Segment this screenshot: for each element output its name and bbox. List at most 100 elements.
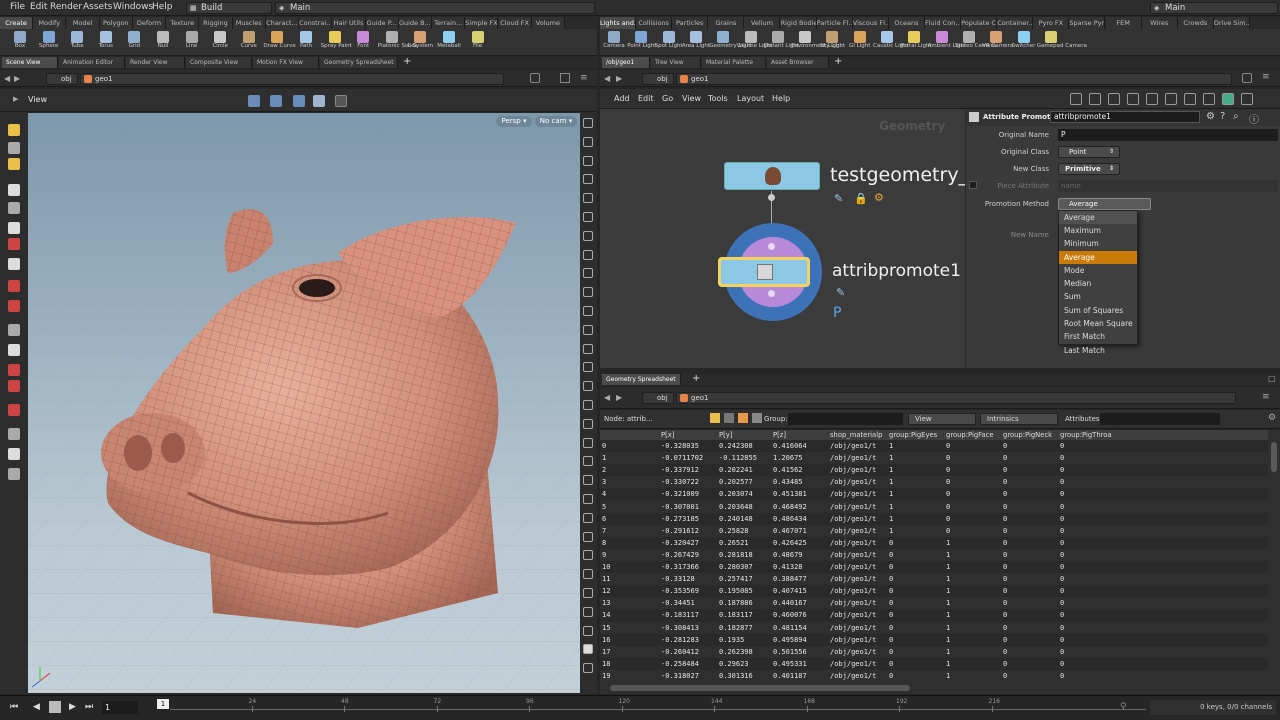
display-option-icon[interactable] bbox=[583, 494, 593, 504]
shelf-tool[interactable]: Stereo Camera bbox=[955, 29, 996, 56]
column-header[interactable]: group:PigFace bbox=[944, 430, 1001, 440]
table-row[interactable]: 14 -0.183117 0.183117 0.460076/obj/geo1/t 0 1… bbox=[600, 609, 1268, 622]
display-option-icon[interactable] bbox=[583, 287, 593, 298]
display-option-icon[interactable] bbox=[583, 400, 593, 410]
back-arrow-icon[interactable]: ◀ bbox=[604, 74, 610, 83]
add-tab-icon[interactable]: + bbox=[403, 56, 411, 67]
spreadsheet-path-geo[interactable]: geo1 bbox=[676, 392, 1236, 404]
desktop-dropdown[interactable]: ▦ Build bbox=[186, 2, 272, 14]
scene-dropdown[interactable]: ◈ Main bbox=[275, 2, 595, 14]
shelf-tool[interactable]: Spot Light bbox=[655, 29, 683, 56]
shelf-tab[interactable]: Charact... bbox=[265, 17, 300, 29]
table-row[interactable]: 15 -0.308413 0.182877 0.481154/obj/geo1/t 0 1… bbox=[600, 621, 1268, 634]
dropdown-option-median[interactable]: Median bbox=[1059, 277, 1137, 290]
first-frame-icon[interactable]: ⏮ bbox=[10, 702, 18, 712]
column-header[interactable]: P[x] bbox=[659, 430, 717, 440]
table-row[interactable]: 5 -0.307001 0.203648 0.468492/obj/geo1/t 1 0 0… bbox=[600, 500, 1268, 513]
shelf-tool[interactable]: Environment Light bbox=[791, 29, 842, 56]
lasso-icon[interactable] bbox=[8, 142, 20, 154]
pane-tab[interactable]: Animation Editor bbox=[59, 57, 125, 68]
add-tab-icon[interactable]: + bbox=[692, 373, 700, 384]
shelf-tool[interactable]: Caustic Light bbox=[873, 29, 909, 56]
display-option-icon[interactable] bbox=[583, 193, 593, 204]
path-obj[interactable]: obj bbox=[46, 73, 78, 85]
menu-help[interactable]: Help bbox=[152, 2, 173, 12]
wrench-icon[interactable] bbox=[1070, 93, 1082, 105]
stop-icon[interactable] bbox=[49, 701, 61, 713]
info-icon[interactable]: ⓘ bbox=[1249, 111, 1259, 126]
hscrollbar-thumb[interactable] bbox=[610, 685, 910, 691]
display-option-icon[interactable] bbox=[583, 606, 593, 617]
square-icon[interactable] bbox=[335, 95, 347, 107]
back-arrow-icon[interactable]: ◀ bbox=[604, 393, 610, 402]
shelf-tab[interactable]: Particles bbox=[672, 17, 709, 29]
table-row[interactable]: 1 -0.0711702 -0.112855 1.20675/obj/geo1/t 1 0… bbox=[600, 452, 1268, 465]
tab-geometry-spreadsheet[interactable]: Geometry Spreadsheet bbox=[602, 374, 681, 385]
shelf-tab[interactable]: Simple FX bbox=[465, 17, 499, 29]
new-class-menu[interactable]: Primitive ⇕ bbox=[1058, 163, 1120, 175]
shelf-tab[interactable]: Deform bbox=[132, 17, 167, 29]
node-name-field[interactable]: attribpromote1 bbox=[1050, 111, 1200, 123]
pane-tab[interactable]: Motion FX View bbox=[253, 57, 319, 68]
table-row[interactable]: 12 -0.353569 0.195085 0.407415/obj/geo1/t 0 1… bbox=[600, 585, 1268, 598]
help-icon[interactable] bbox=[1241, 93, 1253, 105]
handle-icon[interactable] bbox=[8, 280, 20, 292]
layout-icon[interactable] bbox=[1165, 93, 1177, 105]
pin-icon[interactable] bbox=[1242, 73, 1252, 83]
shelf-tab[interactable]: FEM bbox=[1105, 17, 1142, 29]
display-option-icon[interactable] bbox=[583, 588, 593, 598]
shelf-tab[interactable]: Container... bbox=[997, 17, 1034, 29]
shelf-tool[interactable]: Curve bbox=[235, 29, 263, 56]
shelf-tab[interactable]: Guide B... bbox=[398, 17, 432, 29]
shelf-tool[interactable]: VR Camera bbox=[982, 29, 1013, 56]
table-row[interactable]: 9 -0.267429 0.281818 0.48679/obj/geo1/t 0 1 0 0 bbox=[600, 548, 1268, 561]
group-field[interactable] bbox=[788, 413, 903, 425]
shelf-tab[interactable]: Terrain... bbox=[432, 17, 466, 29]
key-icon[interactable]: ⚲ bbox=[1120, 702, 1127, 712]
view-icon[interactable] bbox=[8, 448, 20, 460]
point-mode-icon[interactable] bbox=[710, 413, 720, 423]
shelf-tab[interactable]: Populate C... bbox=[961, 17, 998, 29]
shelf-tool[interactable]: L-System bbox=[406, 29, 434, 56]
shelf-tool[interactable]: Point Light bbox=[627, 29, 656, 56]
network-path-obj[interactable]: obj bbox=[642, 73, 674, 85]
path-geo[interactable]: geo1 bbox=[80, 73, 504, 85]
network-tab[interactable]: /obj/geo1 bbox=[602, 57, 650, 68]
shelf-tool[interactable]: Path bbox=[292, 29, 320, 56]
shelf-tool[interactable]: Switcher bbox=[1010, 29, 1038, 56]
primitive-mode-icon[interactable] bbox=[738, 413, 748, 423]
right-desktop-dropdown[interactable]: ◈ Main bbox=[1150, 2, 1278, 14]
timeline-scrubber[interactable]: 1 24 48 72 96 120 144 168 192 216 bbox=[148, 698, 1148, 718]
grid-icon[interactable] bbox=[1089, 93, 1101, 105]
shelf-tool[interactable]: Volume Light bbox=[737, 29, 772, 56]
shelf-tool[interactable]: Sky Light bbox=[818, 29, 846, 56]
dropdown-option-minimum[interactable]: Minimum bbox=[1059, 237, 1137, 250]
display-option-icon[interactable] bbox=[583, 174, 593, 185]
shelf-tool[interactable]: Null bbox=[149, 29, 177, 56]
shelf-tab[interactable]: Model bbox=[66, 17, 100, 29]
select-mode-icon[interactable] bbox=[270, 95, 282, 107]
move-icon[interactable] bbox=[8, 258, 20, 270]
shelf-tab[interactable]: Texture bbox=[166, 17, 200, 29]
magnet-icon[interactable] bbox=[8, 380, 20, 392]
shelf-tab[interactable]: Wires bbox=[1141, 17, 1178, 29]
shelf-tab[interactable]: Rigging bbox=[199, 17, 233, 29]
intrinsics-menu[interactable]: Intrinsics bbox=[980, 413, 1058, 425]
select-mode-icon[interactable] bbox=[248, 95, 260, 107]
original-name-field[interactable]: P bbox=[1058, 129, 1278, 141]
frame-field[interactable]: 1 bbox=[102, 701, 138, 714]
scene-viewport[interactable]: Persp ▾ No cam ▾ bbox=[28, 113, 580, 693]
display-option-icon[interactable] bbox=[583, 136, 593, 147]
layout-icon[interactable] bbox=[1184, 93, 1196, 105]
display-option-icon[interactable] bbox=[583, 343, 593, 354]
scrollbar-thumb[interactable] bbox=[1271, 442, 1277, 472]
last-frame-icon[interactable]: ⏭ bbox=[85, 702, 93, 712]
network-menu-item[interactable]: Help bbox=[772, 94, 790, 103]
network-menu-item[interactable]: Add bbox=[614, 94, 630, 103]
menu-edit[interactable]: Edit bbox=[30, 2, 47, 12]
display-option-icon[interactable] bbox=[583, 155, 593, 166]
square-icon[interactable] bbox=[1108, 93, 1120, 105]
column-header[interactable]: group:PigNeck bbox=[1001, 430, 1058, 440]
table-row[interactable]: 19 -0.318027 0.301316 0.401187/obj/geo1/t 0 1… bbox=[600, 669, 1268, 682]
paint-icon[interactable] bbox=[8, 158, 20, 170]
